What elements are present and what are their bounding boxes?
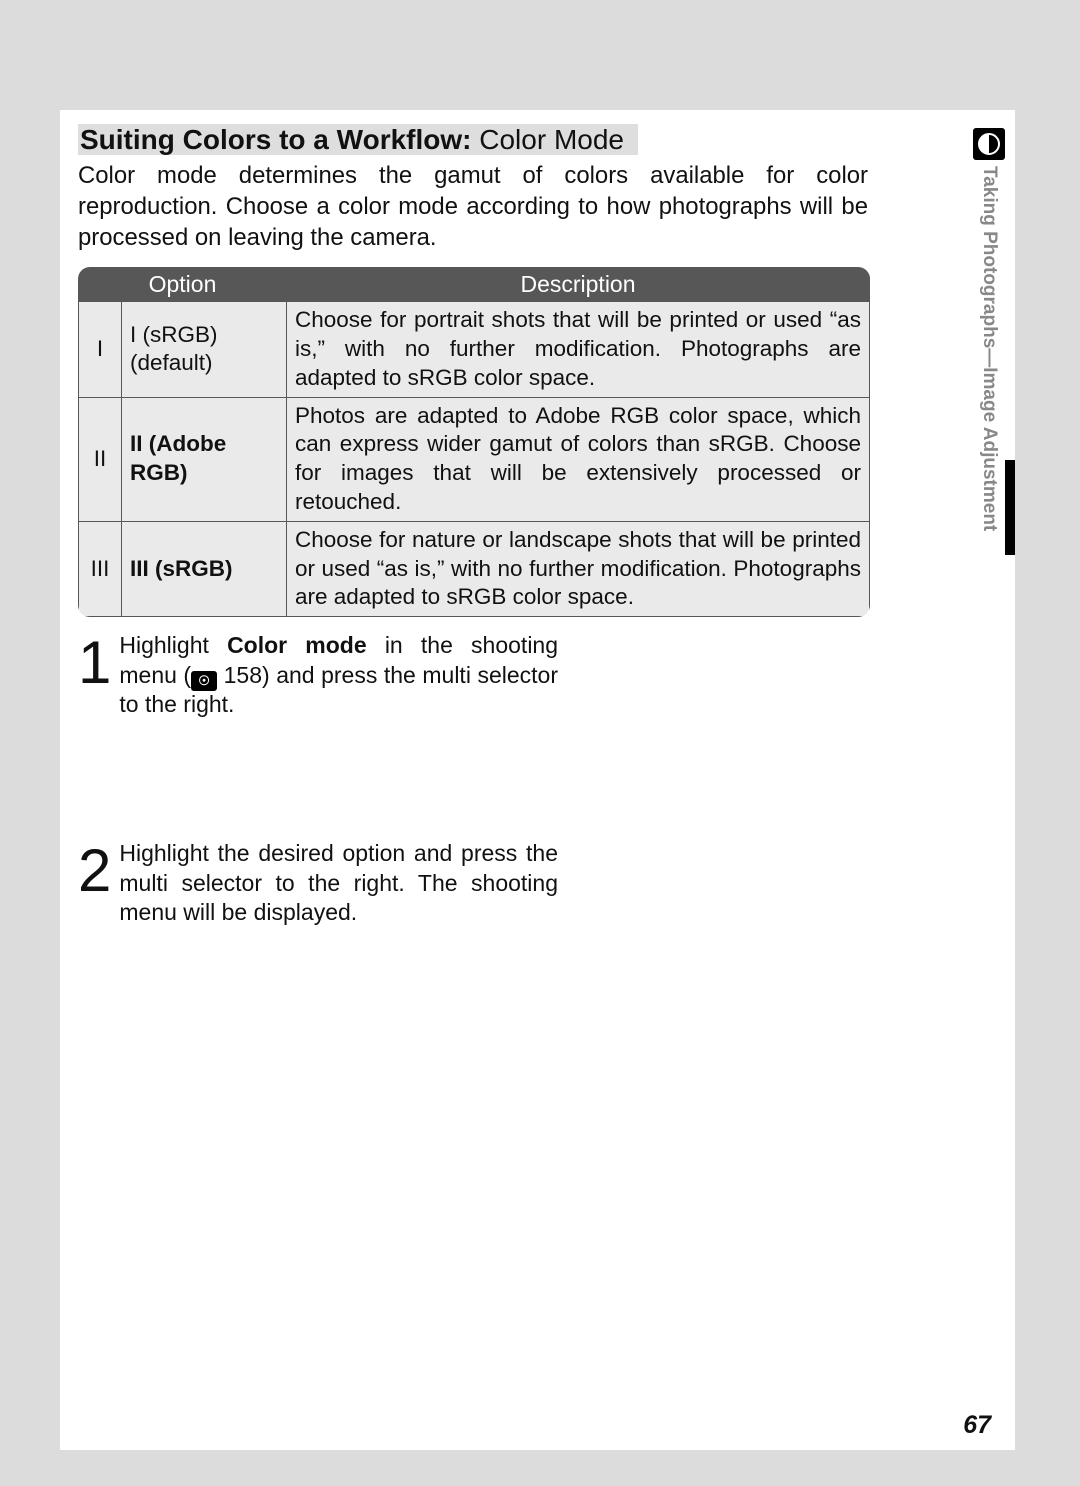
step-2: 2 Highlight the desired option and press… [78,839,558,927]
section-heading: Suiting Colors to a Workflow: Color Mode [78,124,638,155]
thumb-index-bar [1005,460,1015,555]
step-1: 1 Highlight Color mode in the shooting m… [78,631,558,719]
table-row: I I (sRGB) (default) Choose for portrait… [79,302,870,397]
page-number: 67 [963,1411,991,1440]
row-option: I (sRGB) (default) [122,302,287,397]
side-tab: Taking Photographs—Image Adjustment [973,128,1005,536]
intro-paragraph: Color mode determines the gamut of color… [78,161,868,253]
table-row: II II (Adobe RGB) Photos are adapted to … [79,397,870,521]
step-number: 1 [78,639,113,687]
row-option: II (Adobe RGB) [122,397,287,521]
col-header-description: Description [287,268,870,302]
row-option: III (sRGB) [122,521,287,616]
step-number: 2 [78,847,113,895]
row-index: III [79,521,122,616]
half-circle-icon [973,128,1005,160]
color-mode-table: Option Description I I (sRGB) (default) … [78,267,870,617]
row-description: Photos are adapted to Adobe RGB color sp… [287,397,870,521]
table-header-row: Option Description [79,268,870,302]
side-tab-label: Taking Photographs—Image Adjustment [978,166,1000,531]
row-index: II [79,397,122,521]
heading-normal: Color Mode [479,124,624,155]
col-header-option: Option [79,268,287,302]
page: Suiting Colors to a Workflow: Color Mode… [0,0,1080,1486]
heading-bold: Suiting Colors to a Workflow: [80,124,479,155]
row-description: Choose for nature or landscape shots tha… [287,521,870,616]
step-text: Highlight the desired option and press t… [119,839,558,927]
row-index: I [79,302,122,397]
table-row: III III (sRGB) Choose for nature or land… [79,521,870,616]
step-text: Highlight Color mode in the shooting men… [119,631,558,719]
row-description: Choose for portrait shots that will be p… [287,302,870,397]
page-sheet: Suiting Colors to a Workflow: Color Mode… [60,110,1015,1450]
